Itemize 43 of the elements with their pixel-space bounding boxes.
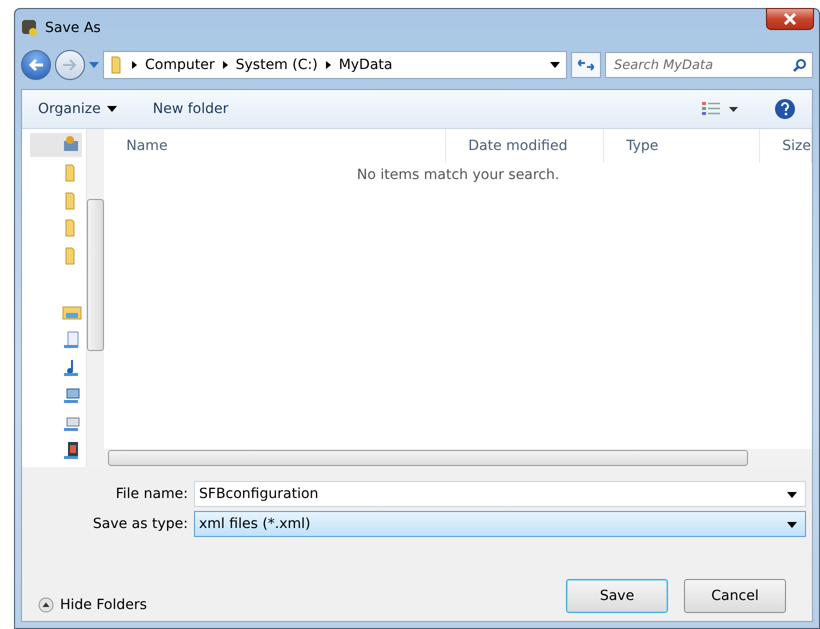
new-folder-button[interactable]: New folder bbox=[152, 101, 228, 117]
save-button[interactable]: Save bbox=[566, 579, 668, 613]
refresh-button[interactable] bbox=[571, 52, 601, 78]
refresh-arrows-icon bbox=[578, 58, 594, 72]
back-button[interactable] bbox=[21, 50, 51, 80]
breadcrumb[interactable]: MyData bbox=[338, 57, 392, 73]
caret-icon bbox=[106, 106, 117, 112]
vertical-scrollbar[interactable] bbox=[86, 129, 104, 467]
breadcrumb[interactable]: Computer bbox=[145, 57, 215, 73]
close-button[interactable] bbox=[766, 8, 814, 30]
view-options-icon[interactable] bbox=[702, 102, 738, 116]
empty-message: No items match your search. bbox=[356, 167, 560, 183]
search-field[interactable]: Search MyData bbox=[605, 52, 813, 78]
back-arrow-icon bbox=[28, 58, 44, 72]
chevron-icon bbox=[132, 61, 137, 69]
chevron-icon bbox=[326, 61, 331, 69]
help-icon[interactable] bbox=[774, 98, 796, 120]
collapse-icon bbox=[38, 597, 54, 613]
column-header[interactable]: Size bbox=[760, 129, 812, 163]
address-bar[interactable]: Computer System (C:) MyData bbox=[103, 51, 567, 79]
forward-button[interactable] bbox=[55, 50, 85, 80]
column-header[interactable]: Name bbox=[104, 129, 446, 163]
horizontal-scrollbar[interactable] bbox=[104, 449, 812, 467]
forward-arrow-icon bbox=[62, 58, 78, 72]
chevron-icon bbox=[222, 61, 228, 69]
close-icon bbox=[783, 13, 797, 25]
file-type-dropdown[interactable]: xml files (*.xml) bbox=[194, 511, 806, 537]
hide-folders-button[interactable]: Hide Folders bbox=[38, 597, 147, 613]
file-name-field[interactable]: SFBconfiguration bbox=[194, 481, 806, 507]
column-header[interactable]: Date modified bbox=[446, 129, 604, 163]
column-header[interactable]: Type bbox=[604, 129, 760, 163]
app-icon bbox=[21, 19, 39, 37]
breadcrumb[interactable]: System (C:) bbox=[236, 57, 318, 73]
search-icon bbox=[793, 58, 807, 72]
file-name-label: File name: bbox=[114, 486, 188, 502]
cancel-button[interactable]: Cancel bbox=[684, 579, 786, 613]
caret-icon bbox=[550, 62, 560, 68]
organize-menu[interactable]: Organize bbox=[38, 101, 117, 117]
caret-icon bbox=[787, 492, 797, 498]
save-type-label: Save as type: bbox=[92, 516, 188, 532]
caret-icon bbox=[787, 522, 797, 528]
window-title: Save As bbox=[45, 20, 101, 36]
history-dropdown-icon[interactable] bbox=[89, 62, 99, 68]
